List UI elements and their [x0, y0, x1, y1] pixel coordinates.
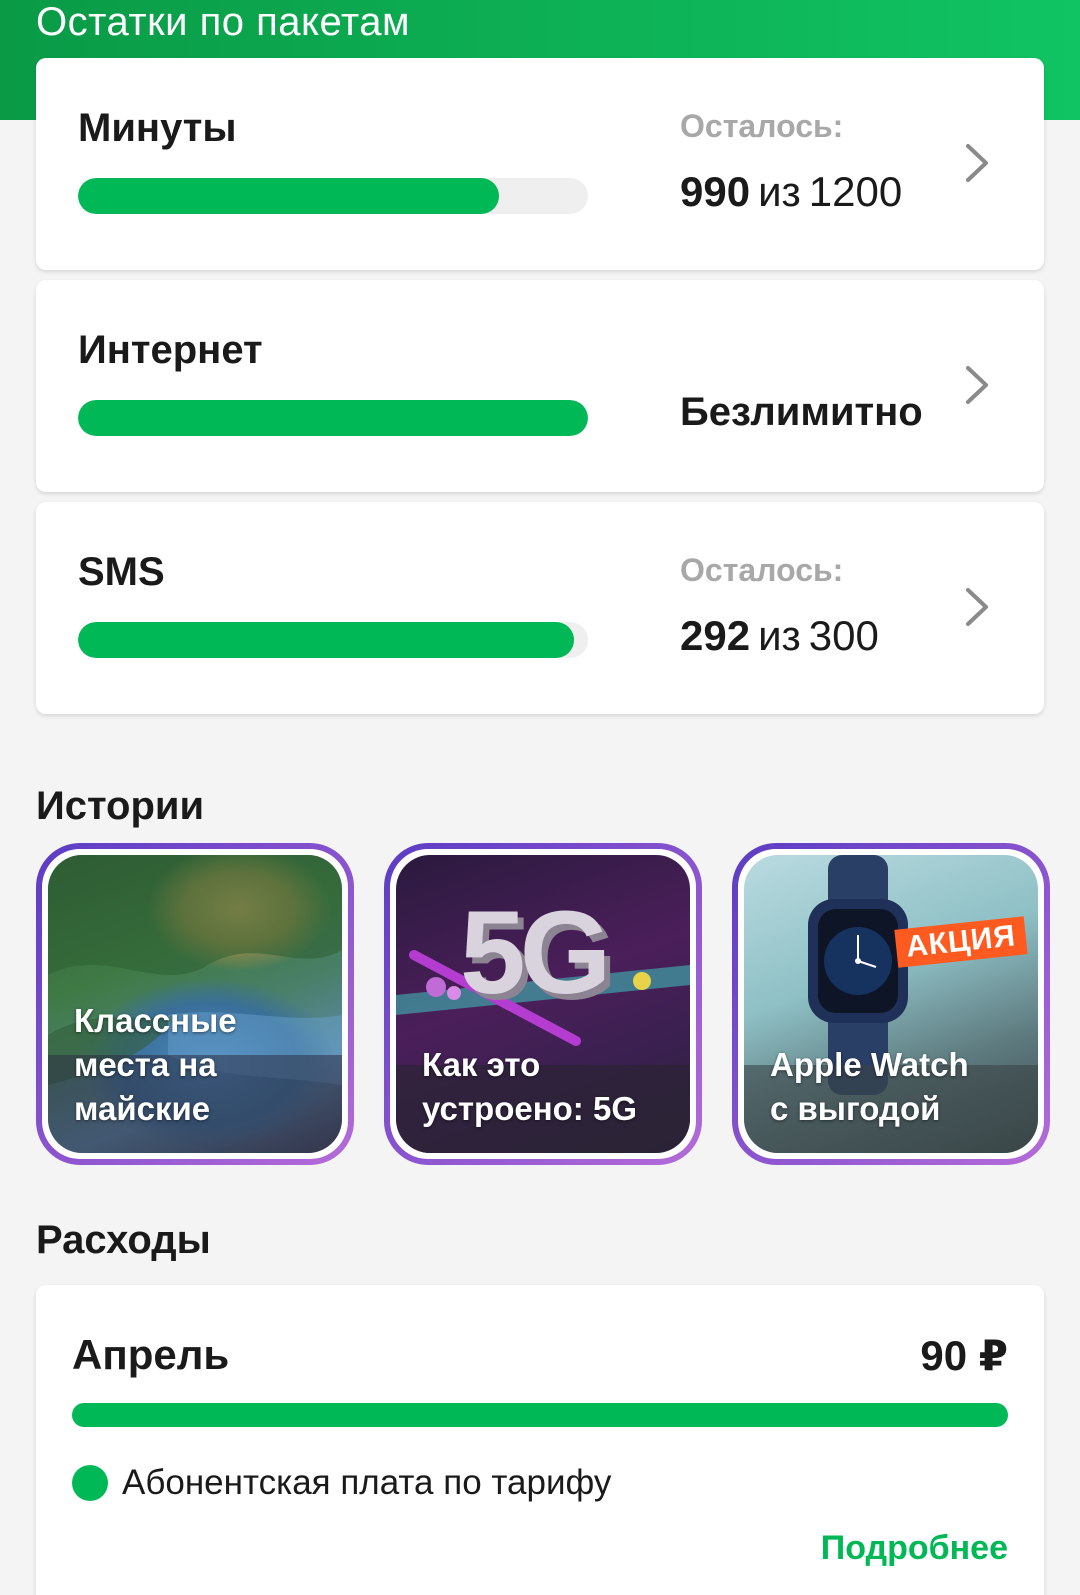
package-name: Интернет — [78, 328, 263, 372]
story-frame: АКЦИЯ Apple Watch с выгодой — [738, 849, 1044, 1159]
apple-watch-image: АКЦИЯ Apple Watch с выгодой — [744, 855, 1038, 1153]
5g-overlay-text: 5G — [460, 887, 611, 1019]
expenses-progress-bar — [72, 1403, 1008, 1427]
stories-title: Истории — [36, 784, 205, 828]
package-progress-fill — [78, 622, 575, 658]
story-card-5g[interactable]: 5G Как это устроено: 5G — [384, 843, 702, 1165]
5g-render-image: 5G Как это устроено: 5G — [396, 855, 690, 1153]
story-card-apple-watch[interactable]: АКЦИЯ Apple Watch с выгодой — [732, 843, 1050, 1165]
lake-landscape-image: Классные места на майские — [48, 855, 342, 1153]
of-word: из — [758, 168, 801, 215]
story-frame: Классные места на майские — [42, 849, 348, 1159]
chevron-right-icon[interactable] — [958, 138, 998, 188]
expenses-title: Расходы — [36, 1218, 211, 1262]
expenses-legend: Абонентская плата по тарифу — [122, 1463, 612, 1502]
expenses-month: Апрель — [72, 1331, 230, 1378]
package-progress-fill — [78, 400, 588, 436]
story-caption: Как это устроено: 5G — [422, 1046, 637, 1127]
remaining-count: 990 — [680, 168, 751, 215]
of-word: из — [758, 612, 801, 659]
unlimited-label: Безлимитно — [680, 390, 923, 434]
package-card-internet[interactable]: Интернет Безлимитно — [36, 280, 1044, 492]
package-name: Минуты — [78, 106, 237, 150]
story-caption: Apple Watch с выгодой — [770, 1046, 969, 1127]
story-frame: 5G Как это устроено: 5G — [390, 849, 696, 1159]
package-card-minutes[interactable]: Минуты Осталось: 990 из 1200 — [36, 58, 1044, 270]
remaining-label: Осталось: — [680, 108, 844, 144]
expenses-card[interactable]: Апрель 90 ₽ Абонентская плата по тарифу … — [36, 1285, 1044, 1595]
page: Остатки по пакетам Минуты Осталось: 990 и… — [0, 0, 1080, 1595]
package-progress-bar — [78, 178, 588, 214]
remaining-count: 292 — [680, 612, 751, 659]
story-caption: Классные места на майские — [74, 1002, 237, 1127]
package-progress-bar — [78, 622, 588, 658]
more-details-link[interactable]: Подробнее — [821, 1529, 1008, 1568]
page-title: Остатки по пакетам — [36, 0, 411, 44]
remaining-label: Осталось: — [680, 552, 844, 588]
legend-dot-icon — [72, 1465, 108, 1501]
package-progress-bar — [78, 400, 588, 436]
package-card-sms[interactable]: SMS Осталось: 292 из 300 — [36, 502, 1044, 714]
total-count: 1200 — [808, 168, 903, 215]
package-progress-fill — [78, 178, 499, 214]
chevron-right-icon[interactable] — [958, 360, 998, 410]
story-card-places[interactable]: Классные места на майские — [36, 843, 354, 1165]
expenses-amount: 90 ₽ — [920, 1332, 1008, 1379]
chevron-right-icon[interactable] — [958, 582, 998, 632]
remaining-value: 990 из 1200 — [680, 168, 902, 216]
remaining-value: 292 из 300 — [680, 612, 879, 660]
total-count: 300 — [808, 612, 879, 659]
package-name: SMS — [78, 550, 165, 594]
